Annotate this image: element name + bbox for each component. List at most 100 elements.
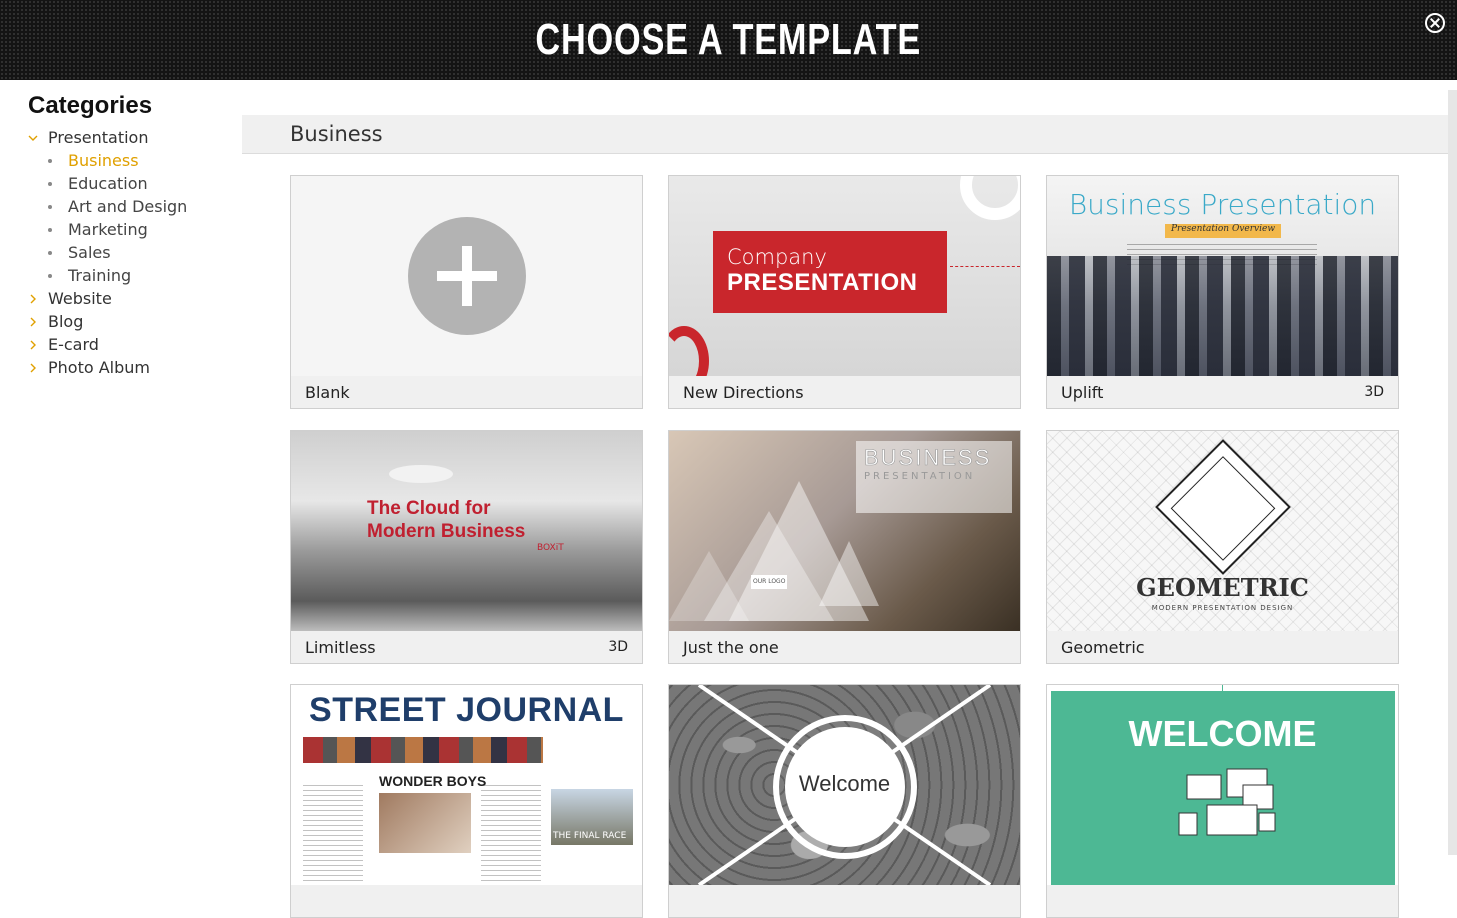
subcategory-label: Training bbox=[68, 266, 132, 285]
thumb-photo bbox=[379, 793, 471, 853]
subcategory-sales[interactable]: Sales bbox=[28, 241, 228, 264]
template-name: Blank bbox=[305, 382, 350, 402]
thumb-text: BUSINESS bbox=[864, 445, 992, 471]
subcategory-marketing[interactable]: Marketing bbox=[28, 218, 228, 241]
thumb-text-line: Modern Business bbox=[367, 521, 526, 542]
thumb-text: MODERN PRESENTATION DESIGN bbox=[1151, 604, 1294, 612]
categories-heading: Categories bbox=[28, 92, 153, 119]
template-thumbnail: Business Presentation Presentation Overv… bbox=[1047, 176, 1398, 376]
thumb-column bbox=[481, 785, 541, 885]
template-name: Just the one bbox=[683, 637, 779, 657]
devices-illustration-icon bbox=[1178, 768, 1276, 836]
chevron-right-icon bbox=[28, 340, 48, 350]
bullet-icon bbox=[48, 250, 52, 255]
diamond-emblem-icon bbox=[1155, 439, 1291, 575]
thumb-photo bbox=[1047, 256, 1398, 376]
template-card-just-the-one[interactable]: OUR LOGO BUSINESS PRESENTATION Just the … bbox=[668, 430, 1021, 664]
template-card-blank[interactable]: Blank bbox=[290, 175, 643, 409]
bullet-icon bbox=[48, 158, 52, 163]
category-label: Website bbox=[48, 289, 112, 308]
bullet-icon bbox=[48, 227, 52, 232]
subcategory-label: Sales bbox=[68, 243, 111, 262]
chevron-right-icon bbox=[28, 294, 48, 304]
thumb-text: PRESENTATION bbox=[727, 269, 918, 296]
subcategory-label: Marketing bbox=[68, 220, 148, 239]
subcategory-label: Art and Design bbox=[68, 197, 188, 216]
template-card-welcome-green[interactable]: WELCOME bbox=[1046, 684, 1399, 918]
template-thumbnail: The Cloud for Modern Business BOXiT bbox=[291, 431, 642, 631]
thumb-logo: OUR LOGO bbox=[753, 578, 786, 585]
subcategory-art-and-design[interactable]: Art and Design bbox=[28, 195, 228, 218]
thumb-title-box: Company PRESENTATION bbox=[713, 231, 947, 313]
chevron-right-icon bbox=[28, 363, 48, 373]
modal-header: CHOOSE A TEMPLATE bbox=[0, 0, 1457, 80]
card-footer: Limitless 3D bbox=[291, 631, 642, 663]
thumb-text: PRESENTATION bbox=[864, 471, 976, 482]
bullet-icon bbox=[48, 204, 52, 209]
category-presentation[interactable]: Presentation bbox=[28, 126, 228, 149]
thumb-text: STREET JOURNAL bbox=[309, 691, 624, 729]
subcategory-business[interactable]: Business bbox=[28, 149, 228, 172]
close-circle-icon[interactable] bbox=[1425, 13, 1445, 33]
template-thumbnail: GEOMETRIC MODERN PRESENTATION DESIGN bbox=[1047, 431, 1398, 631]
blimp-icon bbox=[389, 465, 453, 483]
template-thumbnail: WELCOME bbox=[1047, 685, 1398, 885]
template-card-limitless[interactable]: The Cloud for Modern Business BOXiT Limi… bbox=[290, 430, 643, 664]
bullet-icon bbox=[48, 181, 52, 186]
categories-sidebar: Categories Presentation Business Educati… bbox=[28, 92, 228, 379]
thumb-photo-strip bbox=[303, 737, 543, 763]
template-name: New Directions bbox=[683, 382, 804, 402]
card-footer: New Directions bbox=[669, 376, 1020, 408]
thumb-text-line: The Cloud for bbox=[367, 498, 491, 519]
template-name: Uplift bbox=[1061, 382, 1104, 402]
template-card-welcome-stone[interactable]: Welcome bbox=[668, 684, 1021, 918]
template-badge: 3D bbox=[608, 639, 628, 655]
card-footer: Just the one bbox=[669, 631, 1020, 663]
template-name: Limitless bbox=[305, 637, 376, 657]
bullet-icon bbox=[48, 273, 52, 278]
vertical-scrollbar[interactable] bbox=[1448, 90, 1457, 855]
category-blog[interactable]: Blog bbox=[28, 310, 228, 333]
plus-circle-icon bbox=[407, 217, 526, 335]
template-thumbnail: Company PRESENTATION bbox=[669, 176, 1020, 376]
template-thumbnail bbox=[291, 176, 642, 376]
thumb-title-box: BUSINESS PRESENTATION bbox=[856, 441, 1012, 513]
template-thumbnail: STREET JOURNAL WONDER BOYS THE FINAL RAC… bbox=[291, 685, 642, 885]
subcategory-education[interactable]: Education bbox=[28, 172, 228, 195]
template-thumbnail: OUR LOGO BUSINESS PRESENTATION bbox=[669, 431, 1020, 631]
template-card-geometric[interactable]: GEOMETRIC MODERN PRESENTATION DESIGN Geo… bbox=[1046, 430, 1399, 664]
chevron-down-icon bbox=[28, 133, 48, 143]
template-thumbnail: Welcome bbox=[669, 685, 1020, 885]
decorative-ring bbox=[960, 176, 1020, 220]
thumb-text: THE FINAL RACE bbox=[553, 831, 627, 841]
thumb-text: GEOMETRIC bbox=[1136, 573, 1309, 602]
template-card-new-directions[interactable]: Company PRESENTATION New Directions bbox=[668, 175, 1021, 409]
thumb-text: The Cloud for Modern Business bbox=[367, 497, 525, 543]
decorative-line bbox=[950, 266, 1020, 267]
modal-title: CHOOSE A TEMPLATE bbox=[535, 15, 922, 64]
template-badge: 3D bbox=[1364, 384, 1384, 400]
section-title: Business bbox=[290, 122, 383, 146]
template-card-street-journal[interactable]: STREET JOURNAL WONDER BOYS THE FINAL RAC… bbox=[290, 684, 643, 918]
card-footer: Blank bbox=[291, 376, 642, 408]
card-footer: Uplift 3D bbox=[1047, 376, 1398, 408]
category-website[interactable]: Website bbox=[28, 287, 228, 310]
thumb-text: WONDER BOYS bbox=[379, 773, 487, 789]
template-card-uplift[interactable]: Business Presentation Presentation Overv… bbox=[1046, 175, 1399, 409]
subcategory-training[interactable]: Training bbox=[28, 264, 228, 287]
card-footer: Geometric bbox=[1047, 631, 1398, 663]
section-header: Business bbox=[242, 115, 1448, 154]
chevron-right-icon bbox=[28, 317, 48, 327]
category-photo-album[interactable]: Photo Album bbox=[28, 356, 228, 379]
thumb-text: Company bbox=[727, 245, 827, 269]
category-label: Photo Album bbox=[48, 358, 150, 377]
subcategory-label: Education bbox=[68, 174, 148, 193]
category-label: Presentation bbox=[48, 128, 149, 147]
thumb-column bbox=[303, 785, 363, 885]
thumb-text: Business Presentation bbox=[1068, 188, 1377, 221]
category-e-card[interactable]: E-card bbox=[28, 333, 228, 356]
thumb-brand: BOXiT bbox=[537, 543, 564, 553]
thumb-text: Welcome bbox=[798, 771, 891, 796]
template-name: Geometric bbox=[1061, 637, 1145, 657]
decorative-ring bbox=[669, 326, 709, 376]
